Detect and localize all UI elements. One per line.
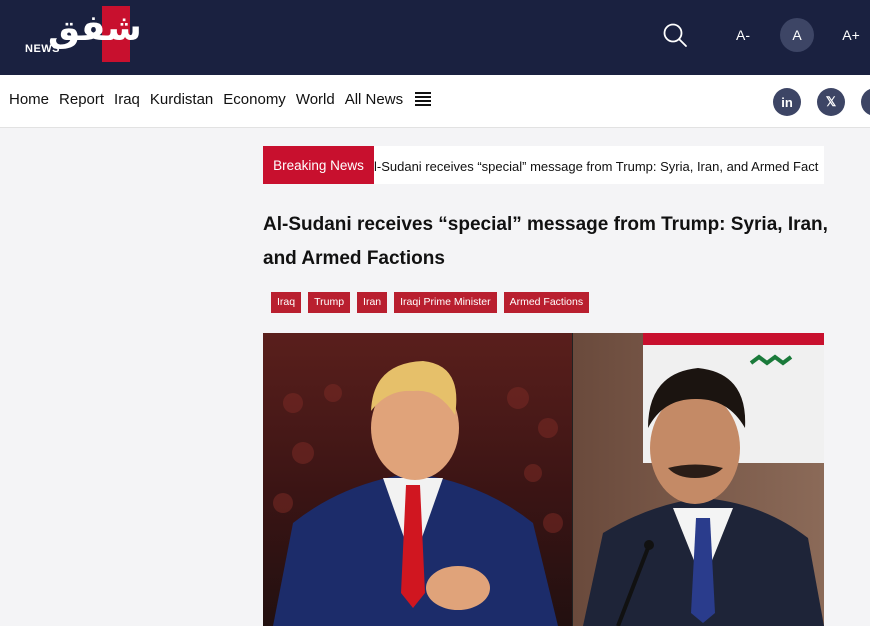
menu-icon[interactable] [415,92,431,106]
article-headline: Al-Sudani receives “special” message fro… [263,214,828,269]
article-hero-image [263,333,824,626]
tag-armed-factions[interactable]: Armed Factions [503,292,590,313]
tag-iraq[interactable]: Iraq [271,292,302,313]
nav-item-world[interactable]: World [296,91,335,108]
breaking-news-label: Breaking News [263,146,374,184]
nav-item-kurdistan[interactable]: Kurdistan [150,91,213,108]
top-header: شفق NEWS A- A A+ [0,0,870,75]
tag-iraqi-prime-minister[interactable]: Iraqi Prime Minister [394,292,497,313]
font-increase-button[interactable]: A+ [836,18,866,52]
facebook-icon[interactable]: f [861,88,870,116]
breaking-news-text[interactable]: l-Sudani receives “special” message from… [374,159,818,174]
breaking-news-ticker[interactable]: Breaking News l-Sudani receives “special… [263,146,824,184]
main-nav: Home Report Iraq Kurdistan Economy World… [0,75,870,128]
font-decrease-button[interactable]: A- [728,18,758,52]
tag-iran[interactable]: Iran [357,292,388,313]
nav-item-economy[interactable]: Economy [223,91,286,108]
logo-arabic-text: شفق [48,8,144,49]
font-normal-button[interactable]: A [780,18,814,52]
article-tags: Iraq Trump Iran Iraqi Prime Minister Arm… [271,292,590,313]
nav-item-iraq[interactable]: Iraq [114,91,140,108]
nav-item-all-news[interactable]: All News [345,91,403,108]
site-logo[interactable]: شفق NEWS [24,6,144,62]
x-twitter-icon[interactable]: 𝕏 [817,88,845,116]
search-icon[interactable] [660,20,690,50]
tag-trump[interactable]: Trump [308,292,351,313]
nav-item-home[interactable]: Home [9,91,49,108]
nav-links: Home Report Iraq Kurdistan Economy World… [9,91,403,108]
nav-item-report[interactable]: Report [59,91,104,108]
logo-news-text: NEWS [25,43,60,55]
linkedin-icon[interactable]: in [773,88,801,116]
